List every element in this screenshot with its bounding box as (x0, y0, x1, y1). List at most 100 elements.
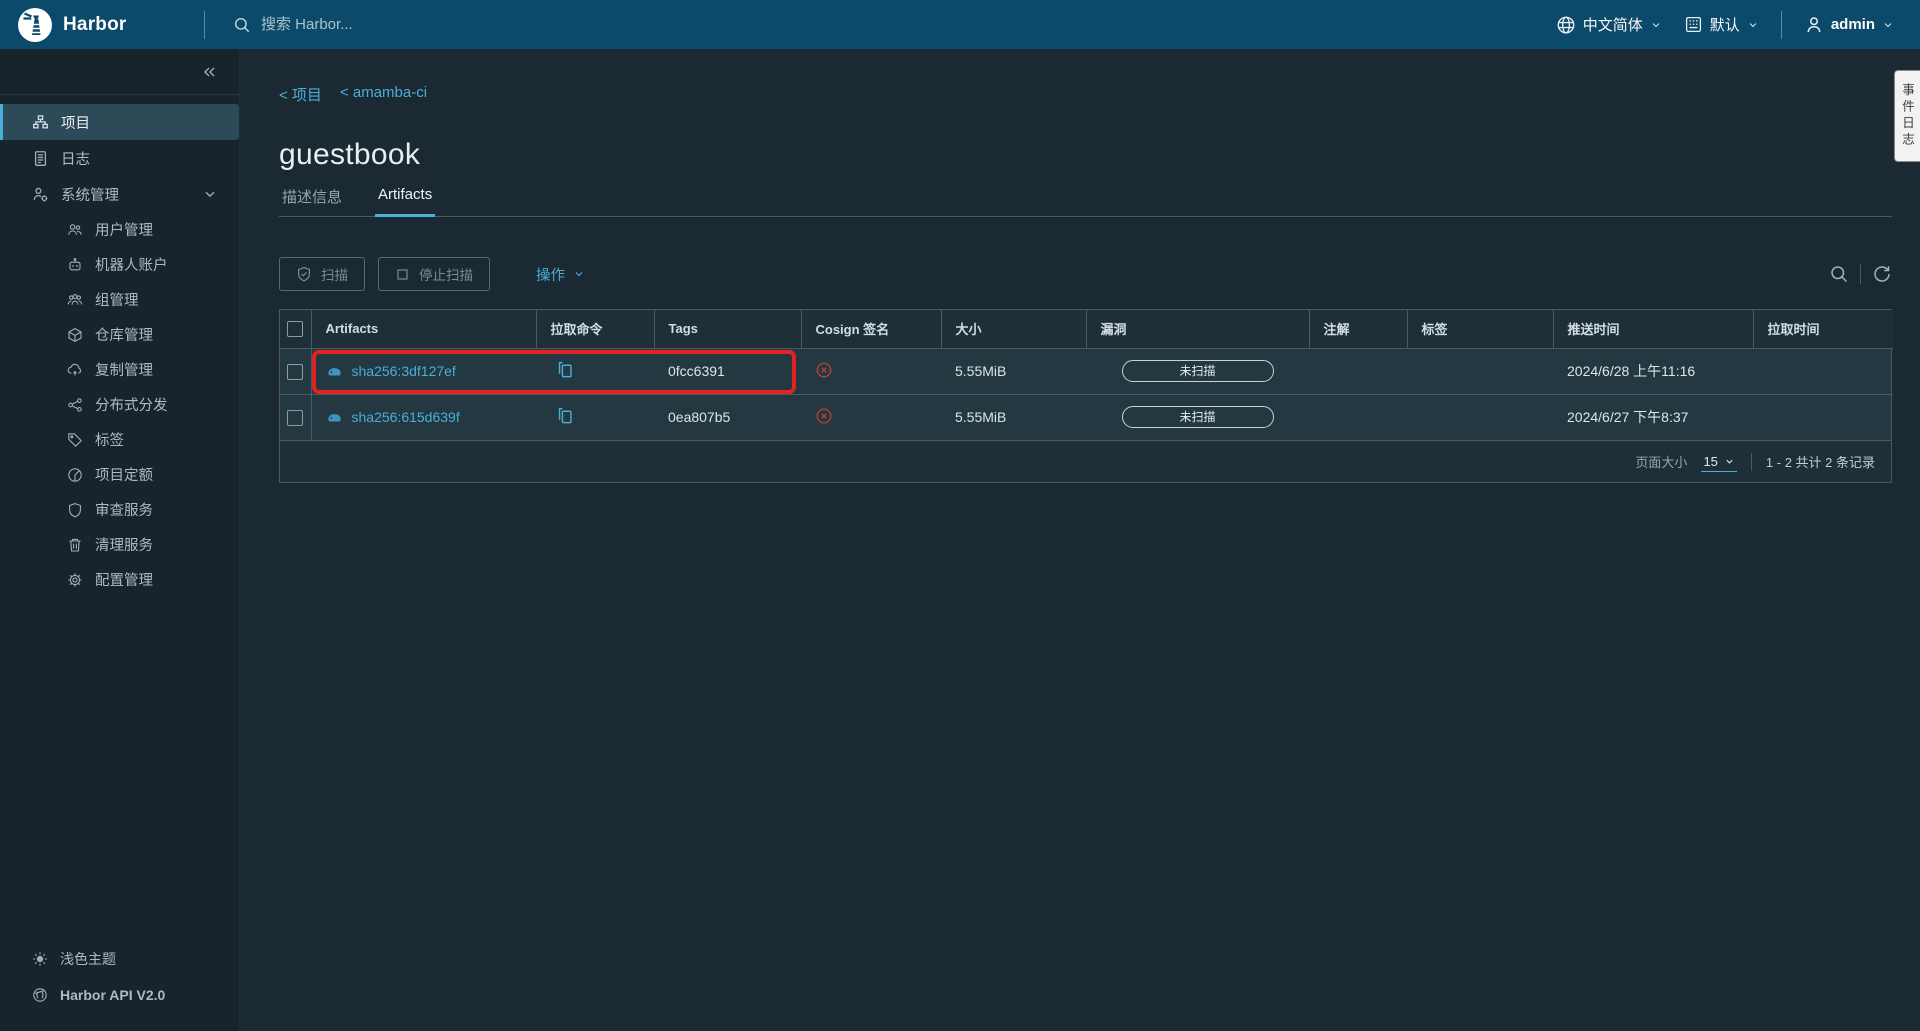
column-header-annotations: 注解 (1309, 310, 1407, 348)
theme-selector[interactable]: 默认 (1684, 14, 1759, 35)
sidebar-item-label: 分布式分发 (95, 394, 168, 415)
artifact-cell: sha256:615d639f (311, 394, 536, 440)
pull-command-cell (536, 348, 654, 394)
sidebar-item-registries[interactable]: 仓库管理 (0, 317, 239, 352)
sidebar-item-replications[interactable]: 复制管理 (0, 352, 239, 387)
pagination-range: 1 - 2 共计 2 条记录 (1766, 452, 1875, 471)
copy-icon[interactable] (556, 360, 575, 379)
cube-icon (67, 327, 83, 343)
stop-scan-button-label: 停止扫描 (419, 264, 473, 284)
scan-button[interactable]: 扫描 (279, 257, 365, 291)
copy-icon[interactable] (556, 406, 575, 425)
sidebar-item-administration[interactable]: 系统管理 (0, 176, 239, 212)
sidebar-item-logs[interactable]: 日志 (0, 140, 239, 176)
theme-toggle-label: 浅色主题 (60, 949, 116, 969)
sidebar-collapse-row (0, 49, 239, 95)
artifact-digest-link[interactable]: sha256:3df127ef (352, 363, 456, 379)
header-actions: 中文简体 默认 admin (1556, 11, 1920, 39)
push-time-cell: 2024/6/27 下午8:37 (1553, 394, 1753, 440)
sidebar-item-label: 仓库管理 (95, 324, 153, 345)
api-icon (32, 987, 48, 1003)
sidebar-item-label: 项目定额 (95, 464, 153, 485)
pagination-divider (1751, 453, 1752, 471)
row-checkbox[interactable] (287, 364, 303, 380)
column-header-size: 大小 (941, 310, 1086, 348)
global-search (205, 15, 1556, 34)
artifact-icon (326, 409, 343, 426)
column-header-pull-time: 拉取时间 (1753, 310, 1893, 348)
admin-person-gear-icon (32, 186, 49, 203)
trash-icon (67, 537, 83, 553)
breadcrumb-project-link[interactable]: < amamba-ci (340, 84, 427, 105)
stop-square-icon (395, 267, 410, 282)
header-divider (1781, 11, 1782, 39)
column-header-push-time: 推送时间 (1553, 310, 1753, 348)
tab-artifacts[interactable]: Artifacts (375, 186, 435, 216)
sidebar-item-label: 项目 (61, 112, 90, 133)
username-label: admin (1831, 16, 1875, 33)
sidebar-item-robot-accounts[interactable]: 机器人账户 (0, 247, 239, 282)
group-icon (67, 292, 83, 308)
user-menu[interactable]: admin (1804, 15, 1894, 35)
sidebar-item-label: 日志 (61, 148, 90, 169)
sidebar-item-group-management[interactable]: 组管理 (0, 282, 239, 317)
breadcrumb-projects-link[interactable]: < 项目 (279, 84, 322, 105)
event-log-tab-label: 事件日志 (1898, 83, 1917, 149)
column-header-artifacts: Artifacts (311, 310, 536, 348)
artifacts-datagrid: Artifacts 拉取命令 Tags Cosign 签名 大小 漏洞 注解 标… (279, 309, 1892, 483)
light-theme-toggle[interactable]: 浅色主题 (0, 941, 239, 977)
select-all-checkbox[interactable] (287, 321, 303, 337)
sidebar-item-label: 配置管理 (95, 569, 153, 590)
sidebar-item-distribution[interactable]: 分布式分发 (0, 387, 239, 422)
labels-cell (1407, 348, 1553, 394)
artifact-digest-link[interactable]: sha256:615d639f (352, 409, 460, 425)
vulnerability-cell: 未扫描 (1086, 394, 1309, 440)
sidebar-item-projects[interactable]: 项目 (0, 104, 239, 140)
sidebar-item-project-quotas[interactable]: 项目定额 (0, 457, 239, 492)
datagrid-actions (1829, 264, 1892, 284)
row-select-cell (280, 348, 311, 394)
row-checkbox[interactable] (287, 410, 303, 426)
sidebar-item-label: 标签 (95, 429, 124, 450)
refresh-icon[interactable] (1872, 264, 1892, 284)
actions-dropdown[interactable]: 操作 (536, 264, 585, 285)
tab-summary[interactable]: 描述信息 (279, 186, 345, 216)
labels-cell (1407, 394, 1553, 440)
collapse-double-chevron-icon[interactable] (201, 64, 217, 80)
sidebar-item-interrogation-services[interactable]: 审查服务 (0, 492, 239, 527)
column-header-cosign: Cosign 签名 (801, 310, 941, 348)
page-size-label: 页面大小 (1635, 452, 1687, 471)
sidebar-item-labels[interactable]: 标签 (0, 422, 239, 457)
harbor-api-link[interactable]: Harbor API V2.0 (0, 977, 239, 1013)
chevron-down-icon (573, 268, 585, 280)
size-cell: 5.55MiB (941, 394, 1086, 440)
column-header-labels: 标签 (1407, 310, 1553, 348)
language-label: 中文简体 (1583, 14, 1643, 35)
page-title: guestbook (279, 138, 1892, 172)
quota-pie-icon (67, 467, 83, 483)
sidebar-item-user-management[interactable]: 用户管理 (0, 212, 239, 247)
search-icon[interactable] (1829, 264, 1849, 284)
size-cell: 5.55MiB (941, 348, 1086, 394)
breadcrumb: < 项目 < amamba-ci (279, 84, 1892, 105)
sidebar-item-clean-up[interactable]: 清理服务 (0, 527, 239, 562)
row-select-cell (280, 394, 311, 440)
stop-scan-button[interactable]: 停止扫描 (378, 257, 490, 291)
brand[interactable]: Harbor (0, 0, 204, 49)
cosign-cell (801, 348, 941, 394)
global-search-input[interactable] (259, 15, 679, 34)
users-icon (67, 222, 83, 238)
search-icon (233, 16, 251, 34)
language-selector[interactable]: 中文简体 (1556, 14, 1662, 35)
page-size-select[interactable]: 15 (1701, 452, 1736, 472)
cloud-replication-icon (67, 362, 83, 378)
chevron-down-icon (1882, 19, 1894, 31)
sidebar-item-label: 审查服务 (95, 499, 153, 520)
sidebar: 项目 日志 系统管理 (0, 49, 240, 1031)
tag-cell: 0fcc6391 (654, 348, 801, 394)
robot-icon (67, 257, 83, 273)
event-log-tab[interactable]: 事件日志 (1894, 70, 1920, 162)
brand-name: Harbor (63, 14, 127, 36)
sidebar-item-configuration[interactable]: 配置管理 (0, 562, 239, 597)
pagination: 页面大小 15 1 - 2 共计 2 条记录 (280, 440, 1891, 482)
